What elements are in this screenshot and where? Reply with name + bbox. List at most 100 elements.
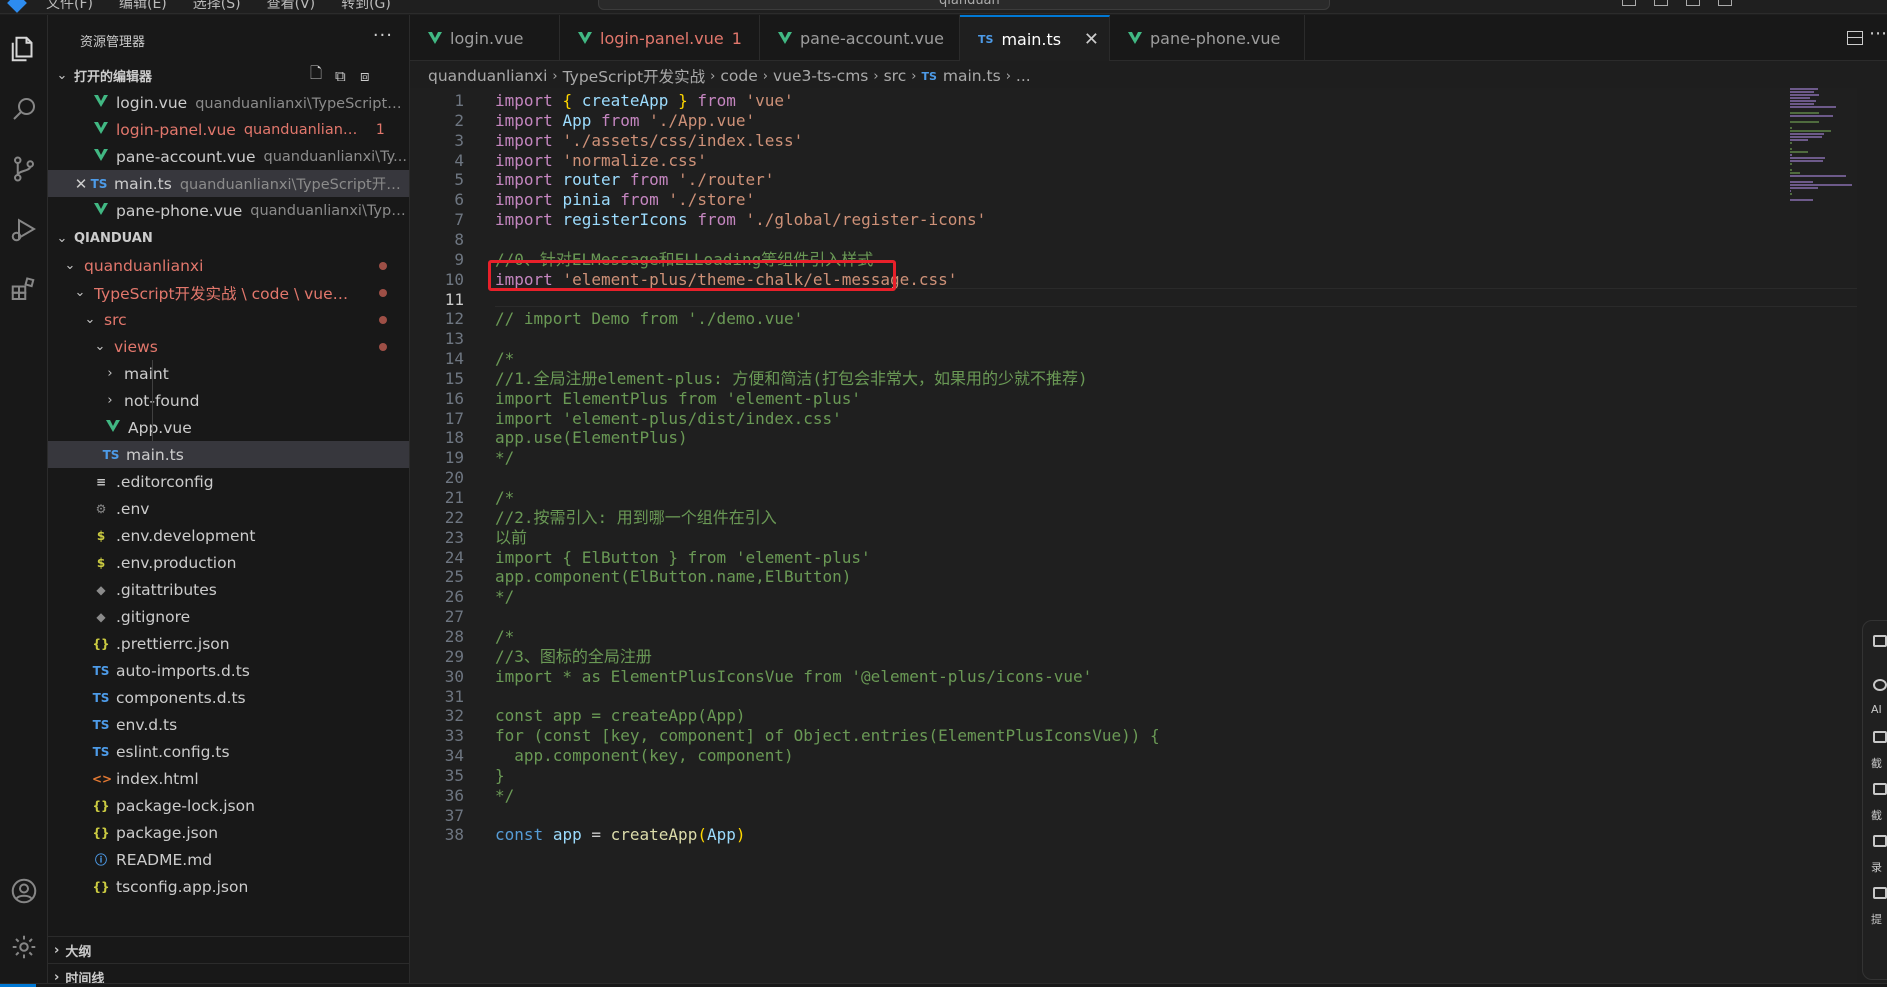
explorer-title: 资源管理器	[80, 35, 146, 50]
sidebar-toggle-icon[interactable]	[1686, 0, 1700, 6]
file-item[interactable]: TS auto-imports.d.ts	[48, 657, 409, 684]
git-file-icon: ◆	[96, 582, 106, 597]
file-item[interactable]: {} package-lock.json	[48, 792, 409, 819]
file-item[interactable]: {} tsconfig.app.json	[48, 873, 409, 900]
file-item[interactable]: ◆ .gitignore	[48, 603, 409, 630]
folder-src[interactable]: ⌄ src	[48, 306, 409, 333]
file-item[interactable]: <> index.html	[48, 765, 409, 792]
tab-pane-account-vue[interactable]: pane-account.vue	[760, 15, 960, 61]
open-editor-item[interactable]: login-panel.vue quanduanlianxi\... 1	[48, 116, 409, 143]
source-control-icon[interactable]	[0, 145, 48, 193]
minimap-line	[1790, 172, 1800, 174]
modified-dot	[379, 261, 387, 270]
file-item[interactable]: {} package.json	[48, 819, 409, 846]
search-icon[interactable]	[0, 85, 48, 133]
code-line[interactable]: // import Demo from './demo.vue'	[495, 307, 803, 331]
code-editor[interactable]: 1 import { createApp } from 'vue' 2 import …	[410, 88, 1857, 983]
minimap[interactable]	[1790, 88, 1870, 288]
tab-main-ts[interactable]: TS main.ts ✕	[960, 15, 1110, 61]
menu-edit[interactable]: 编辑(E)	[119, 0, 167, 13]
file-item-selected[interactable]: TS main.ts	[48, 441, 409, 468]
tool-icon[interactable]	[1873, 635, 1887, 647]
tab-pane-phone-vue[interactable]: pane-phone.vue	[1110, 15, 1305, 61]
code-line[interactable]: //2.按需引入: 用到哪一个组件在引入	[495, 506, 777, 530]
workspace-header[interactable]: ⌄ QIANDUAN	[48, 225, 409, 252]
close-icon[interactable]: ✕	[72, 175, 90, 193]
breadcrumb-item[interactable]: TypeScript开发实战	[563, 65, 706, 87]
screenshot-icon[interactable]	[1873, 731, 1887, 743]
tab-login-panel-vue[interactable]: login-panel.vue 1	[560, 15, 760, 61]
modified-dot	[379, 288, 387, 297]
vue-file-icon	[778, 32, 792, 44]
menu-file[interactable]: 文件(F)	[46, 0, 93, 13]
breadcrumb-item[interactable]: src	[884, 67, 907, 85]
breadcrumb-item[interactable]: code	[720, 67, 757, 85]
file-item[interactable]: TS components.d.ts	[48, 684, 409, 711]
settings-gear-icon[interactable]	[0, 923, 48, 971]
explorer-icon[interactable]	[0, 25, 48, 73]
file-item[interactable]: ≡ .editorconfig	[48, 468, 409, 495]
file-item[interactable]: ⚙ .env	[48, 495, 409, 522]
account-icon[interactable]	[0, 867, 48, 915]
prompt-icon[interactable]	[1873, 887, 1887, 899]
ai-icon[interactable]	[1873, 679, 1887, 691]
chevron-down-icon: ⌄	[56, 68, 68, 83]
menu-view[interactable]: 查看(V)	[267, 0, 316, 13]
folder-not-found[interactable]: › not-found	[48, 387, 409, 414]
open-editor-item[interactable]: login.vue quanduanlianxi\TypeScript开...	[48, 89, 409, 116]
code-line[interactable]: const app = createApp(App)	[495, 823, 746, 847]
file-item[interactable]: {} .prettierrc.json	[48, 630, 409, 657]
tab-login-vue[interactable]: login.vue	[410, 15, 560, 61]
code-line[interactable]: */	[495, 784, 514, 808]
breadcrumb-item[interactable]: vue3-ts-cms	[773, 67, 868, 85]
folder-typescript[interactable]: ⌄ TypeScript开发实战 \ code \ vue3-t...	[48, 279, 409, 306]
close-tab-icon[interactable]: ✕	[1084, 29, 1099, 50]
menu-bar: 文件(F) 编辑(E) 选择(S) 查看(V) 转到(G)	[46, 0, 391, 13]
vue-file-icon	[428, 32, 442, 44]
explorer-more-icon[interactable]: ···	[373, 25, 393, 46]
code-line[interactable]: */	[495, 585, 514, 609]
code-line[interactable]: app.use(ElementPlus)	[495, 426, 688, 450]
file-item[interactable]: ⓘ README.md	[48, 846, 409, 873]
panel-toggle-icon[interactable]	[1654, 0, 1668, 6]
more-actions-icon[interactable]: ⋯	[1869, 23, 1887, 44]
breadcrumb-item[interactable]: main.ts	[943, 67, 1001, 85]
file-item[interactable]: $ .env.development	[48, 522, 409, 549]
run-debug-icon[interactable]	[0, 205, 48, 253]
command-center-search[interactable]: qianduan	[598, 0, 1330, 10]
record-icon[interactable]	[1873, 835, 1887, 847]
code-line[interactable]: app.component(ElButton.name,ElButton)	[495, 565, 851, 589]
line-number[interactable]: 38	[410, 823, 464, 847]
open-editor-item[interactable]: pane-phone.vue quanduanlianxi\Type...	[48, 197, 409, 224]
new-file-icon[interactable]: 🗋	[310, 63, 322, 88]
file-item[interactable]: App.vue	[48, 414, 409, 441]
code-line[interactable]: import * as ElementPlusIconsVue from '@e…	[495, 665, 1092, 689]
code-line[interactable]: import registerIcons from './global/regi…	[495, 208, 986, 232]
file-item[interactable]: ◆ .gitattributes	[48, 576, 409, 603]
file-item[interactable]: TS env.d.ts	[48, 711, 409, 738]
open-editors-header[interactable]: ⌄ 打开的编辑器 🗋 ⧉ ⧈	[48, 62, 409, 89]
customize-layout-icon[interactable]	[1718, 0, 1732, 6]
code-line[interactable]: */	[495, 446, 514, 470]
outline-section[interactable]: › 大纲	[48, 936, 409, 963]
close-all-icon[interactable]: ⧈	[360, 67, 370, 85]
breadcrumb-item[interactable]: ...	[1016, 67, 1031, 85]
code-line[interactable]: app.component(key, component)	[495, 744, 793, 768]
open-editor-item-active[interactable]: ✕ TS main.ts quanduanlianxi\TypeScript开发…	[48, 170, 409, 197]
file-item[interactable]: $ .env.production	[48, 549, 409, 576]
folder-views[interactable]: ⌄ views	[48, 333, 409, 360]
menu-go[interactable]: 转到(G)	[341, 0, 391, 13]
breadcrumb-item[interactable]: quanduanlianxi	[428, 67, 547, 85]
extensions-icon[interactable]	[0, 265, 48, 313]
minimap-line	[1790, 142, 1792, 144]
save-all-icon[interactable]: ⧉	[335, 67, 346, 85]
open-editor-item[interactable]: pane-account.vue quanduanlianxi\Ty...	[48, 143, 409, 170]
folder-maint[interactable]: › maint	[48, 360, 409, 387]
split-editor-icon[interactable]	[1847, 31, 1863, 45]
layout-toggle-icon[interactable]	[1622, 0, 1636, 6]
menu-selection[interactable]: 选择(S)	[193, 0, 241, 13]
folder-quanduanlianxi[interactable]: ⌄ quanduanlianxi	[48, 252, 409, 279]
minimap-line	[1790, 100, 1817, 102]
screenshot-icon[interactable]	[1873, 783, 1887, 795]
file-item[interactable]: TS eslint.config.ts	[48, 738, 409, 765]
